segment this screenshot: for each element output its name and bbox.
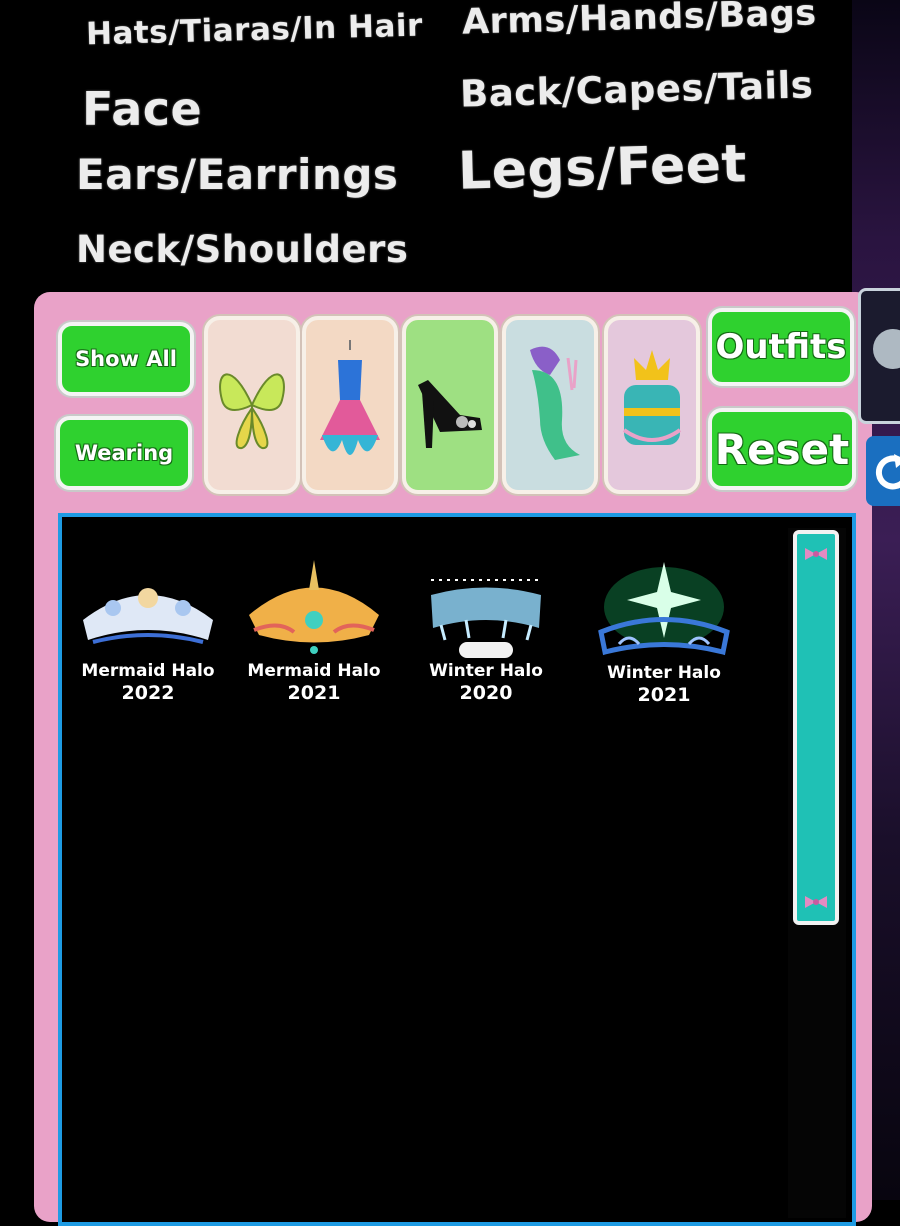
category-face[interactable]: Face — [82, 82, 202, 136]
scrollbar-thumb[interactable] — [793, 530, 839, 925]
item-name: Mermaid Halo — [247, 661, 381, 681]
item-year: 2021 — [637, 684, 691, 706]
circle-icon — [873, 329, 900, 369]
bow-icon — [805, 896, 827, 908]
category-back[interactable]: Back/Capes/Tails — [459, 63, 813, 115]
tab-dress[interactable] — [302, 316, 398, 494]
reset-button[interactable]: Reset — [708, 408, 856, 490]
bow-icon — [805, 548, 827, 560]
mermaid-halo-crown-icon — [83, 588, 213, 644]
icy-winter-halo-icon — [431, 579, 541, 658]
golden-mermaid-halo-icon — [249, 560, 379, 654]
category-hats[interactable]: Hats/Tiaras/In Hair — [86, 8, 424, 53]
item-card[interactable]: Mermaid Halo 2021 — [234, 540, 394, 740]
wearing-button[interactable]: Wearing — [56, 416, 192, 490]
tab-shoes[interactable] — [402, 316, 498, 494]
category-arms[interactable]: Arms/Hands/Bags — [462, 0, 818, 43]
category-ears[interactable]: Ears/Earrings — [76, 150, 398, 199]
tab-accessories[interactable] — [604, 316, 700, 494]
tab-tails[interactable] — [502, 316, 598, 494]
category-legs[interactable]: Legs/Feet — [457, 134, 747, 202]
item-year: 2021 — [287, 682, 341, 704]
mermaid-tail-icon — [530, 346, 580, 460]
outfits-button[interactable]: Outfits — [708, 308, 854, 386]
item-name: Mermaid Halo — [81, 661, 215, 681]
item-year: 2020 — [459, 682, 513, 704]
item-name: Winter Halo — [607, 663, 721, 683]
show-all-button[interactable]: Show All — [58, 322, 194, 396]
item-card[interactable]: Mermaid Halo 2022 — [68, 540, 228, 740]
fairy-wings-icon — [219, 373, 285, 449]
dress-icon — [320, 340, 380, 455]
high-heel-shoe-icon — [418, 380, 482, 448]
rotate-button[interactable] — [866, 436, 900, 506]
crown-chest-icon — [622, 350, 682, 445]
item-name: Winter Halo — [429, 661, 543, 681]
item-card[interactable]: Winter Halo 2021 — [584, 542, 744, 742]
tab-wings[interactable] — [204, 316, 300, 494]
side-toggle-button[interactable] — [858, 288, 900, 424]
item-card[interactable]: Winter Halo 2020 — [406, 540, 566, 740]
rotate-icon — [875, 454, 900, 490]
category-neck[interactable]: Neck/Shoulders — [76, 228, 408, 271]
item-year: 2022 — [121, 682, 175, 704]
green-star-winter-halo-icon — [598, 562, 730, 656]
